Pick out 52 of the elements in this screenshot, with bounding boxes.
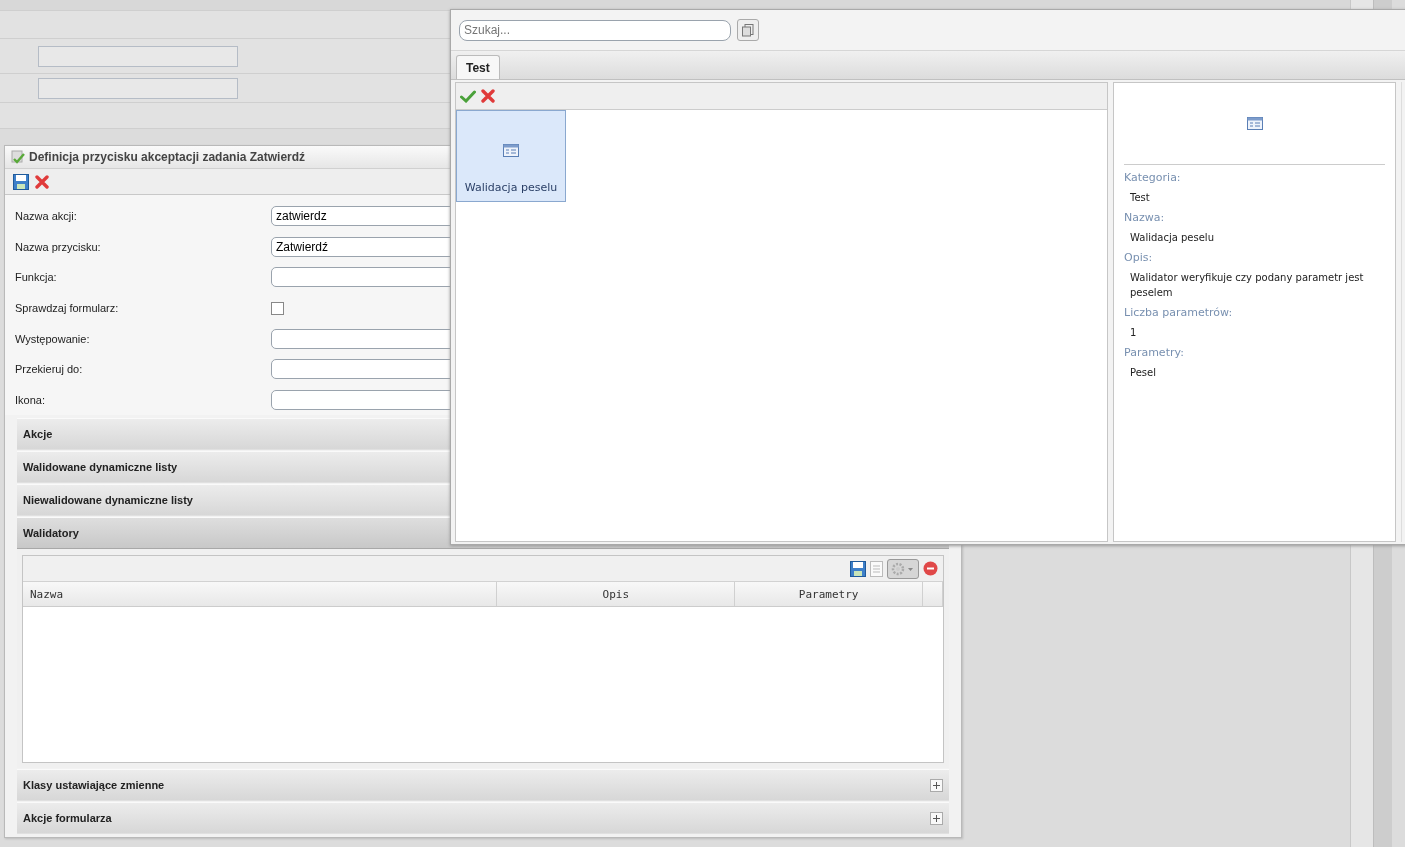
- detail-label: Liczba parametrów:: [1124, 306, 1234, 319]
- field-label: Sprawdzaj formularz:: [15, 302, 120, 315]
- column-header[interactable]: Parametry: [735, 582, 923, 607]
- column-header[interactable]: Opis: [497, 582, 736, 607]
- check-icon: [11, 150, 25, 164]
- field-label: Funkcja:: [15, 271, 58, 284]
- column-header[interactable]: Nazwa: [23, 582, 498, 607]
- detail-value: 1: [1129, 326, 1138, 340]
- expand-button[interactable]: [930, 811, 943, 825]
- section-header[interactable]: Klasy ustawiające zmienne: [17, 769, 949, 802]
- detail-value: Walidator weryfikuje czy podany parametr jest peselem: [1129, 271, 1365, 300]
- section-title: Walidatory: [23, 527, 79, 540]
- section-title: Niewalidowane dynamiczne listy: [23, 494, 193, 507]
- plus-icon: [932, 813, 941, 823]
- close-icon[interactable]: [481, 89, 495, 103]
- settings-dropdown[interactable]: [887, 558, 919, 579]
- detail-label: Opis:: [1124, 251, 1154, 264]
- section-header[interactable]: Akcje formularza: [17, 802, 949, 835]
- delete-icon[interactable]: [35, 174, 49, 189]
- validator-tile[interactable]: Walidacja peselu: [456, 110, 566, 202]
- input-field[interactable]: [38, 77, 238, 99]
- field-label: Nazwa przycisku:: [15, 240, 102, 253]
- plus-icon: [932, 780, 941, 790]
- section-title: Walidowane dynamiczne listy: [23, 461, 178, 474]
- section-title: Klasy ustawiające zmienne: [23, 779, 165, 792]
- field-label: Przekieruj do:: [15, 363, 84, 376]
- search-field[interactable]: Szukaj...: [459, 19, 731, 41]
- tab[interactable]: Test: [456, 55, 500, 79]
- detail-value: Test: [1129, 191, 1151, 205]
- detail-label: Nazwa:: [1124, 211, 1166, 224]
- detail-label: Parametry:: [1124, 346, 1185, 359]
- check-icon[interactable]: [460, 89, 476, 103]
- input-field[interactable]: [38, 45, 238, 67]
- remove-icon[interactable]: [923, 561, 938, 577]
- tile-label: Walidacja peselu: [464, 181, 558, 194]
- save-icon[interactable]: [13, 173, 29, 190]
- panel-title: Definicja przycisku akceptacji zadania Zatwierdź: [29, 150, 306, 164]
- field-label: Występowanie:: [15, 332, 91, 345]
- field-label: Ikona:: [15, 393, 46, 406]
- form-icon: [1246, 117, 1263, 130]
- clear-button[interactable]: [737, 19, 759, 41]
- detail-value: Walidacja peselu: [1129, 231, 1215, 245]
- field-label: Nazwa akcji:: [15, 210, 78, 223]
- detail-label: Kategoria:: [1124, 171, 1182, 184]
- save-icon[interactable]: [850, 560, 866, 577]
- detail-value: Pesel: [1129, 366, 1157, 380]
- checkbox[interactable]: [271, 301, 284, 315]
- section-title: Akcje: [23, 428, 53, 441]
- section-title: Akcje formularza: [23, 812, 112, 825]
- form-icon: [503, 144, 519, 157]
- copy-icon: [741, 23, 755, 37]
- expand-button[interactable]: [930, 778, 943, 792]
